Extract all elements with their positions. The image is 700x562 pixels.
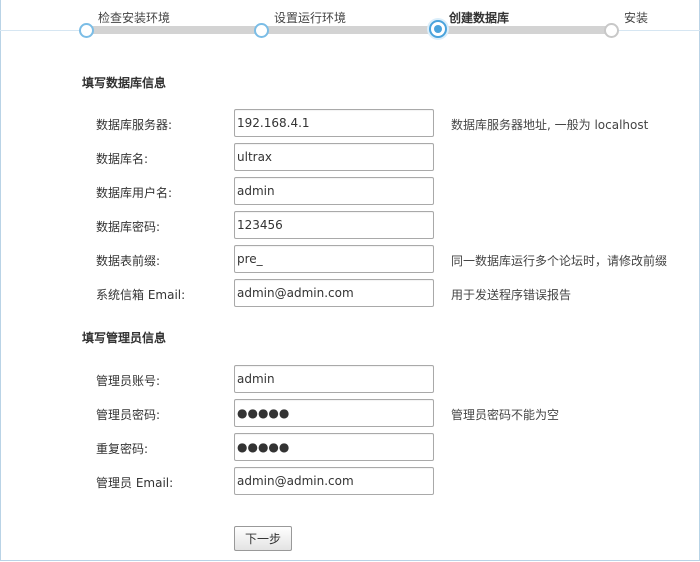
table-prefix-hint: 同一数据库运行多个论坛时，请修改前缀 (451, 254, 668, 268)
db-user-input[interactable] (234, 177, 434, 205)
admin-account-row: 管理员账号: (0, 365, 700, 393)
system-email-input[interactable] (234, 279, 434, 307)
admin-account-label: 管理员账号: (96, 374, 161, 388)
admin-email-row: 管理员 Email: (0, 467, 700, 495)
admin-password-label: 管理员密码: (96, 408, 161, 422)
admin-email-label: 管理员 Email: (96, 476, 174, 490)
db-server-label: 数据库服务器: (96, 118, 173, 132)
system-email-row: 系统信箱 Email: 用于发送程序错误报告 (0, 279, 700, 307)
repeat-password-row: 重复密码: (0, 433, 700, 461)
db-server-row: 数据库服务器: 数据库服务器地址, 一般为 localhost (0, 109, 700, 137)
step-dot-create-db (429, 20, 447, 38)
repeat-password-input[interactable] (234, 433, 434, 461)
db-name-input[interactable] (234, 143, 434, 171)
admin-section-title: 填写管理员信息 (82, 331, 167, 345)
db-name-label: 数据库名: (96, 152, 149, 166)
step-label-install: 安装 (624, 11, 649, 25)
table-prefix-input[interactable] (234, 245, 434, 273)
step-label-create-db: 创建数据库 (449, 11, 510, 25)
step-label-set-env: 设置运行环境 (274, 11, 347, 25)
install-step-bar: 检查安装环境 设置运行环境 创建数据库 安装 (0, 0, 700, 40)
step-dot-set-env (254, 23, 269, 38)
db-section-title: 填写数据库信息 (82, 76, 167, 90)
db-name-row: 数据库名: (0, 143, 700, 171)
step-label-check-env: 检查安装环境 (98, 11, 171, 25)
system-email-hint: 用于发送程序错误报告 (451, 288, 572, 302)
db-password-input[interactable] (234, 211, 434, 239)
admin-password-input[interactable] (234, 399, 434, 427)
repeat-password-label: 重复密码: (96, 442, 149, 456)
db-password-label: 数据库密码: (96, 220, 161, 234)
db-password-row: 数据库密码: (0, 211, 700, 239)
step-dot-install (604, 23, 619, 38)
table-prefix-label: 数据表前缀: (96, 254, 161, 268)
system-email-label: 系统信箱 Email: (96, 288, 186, 302)
db-user-row: 数据库用户名: (0, 177, 700, 205)
admin-password-row: 管理员密码: 管理员密码不能为空 (0, 399, 700, 427)
admin-email-input[interactable] (234, 467, 434, 495)
db-user-label: 数据库用户名: (96, 186, 173, 200)
db-server-input[interactable] (234, 109, 434, 137)
table-prefix-row: 数据表前缀: 同一数据库运行多个论坛时，请修改前缀 (0, 245, 700, 273)
admin-password-hint: 管理员密码不能为空 (451, 408, 560, 422)
step-dot-check-env (79, 23, 94, 38)
admin-account-input[interactable] (234, 365, 434, 393)
next-step-button[interactable]: 下一步 (234, 526, 292, 551)
db-server-hint: 数据库服务器地址, 一般为 localhost (451, 118, 649, 132)
